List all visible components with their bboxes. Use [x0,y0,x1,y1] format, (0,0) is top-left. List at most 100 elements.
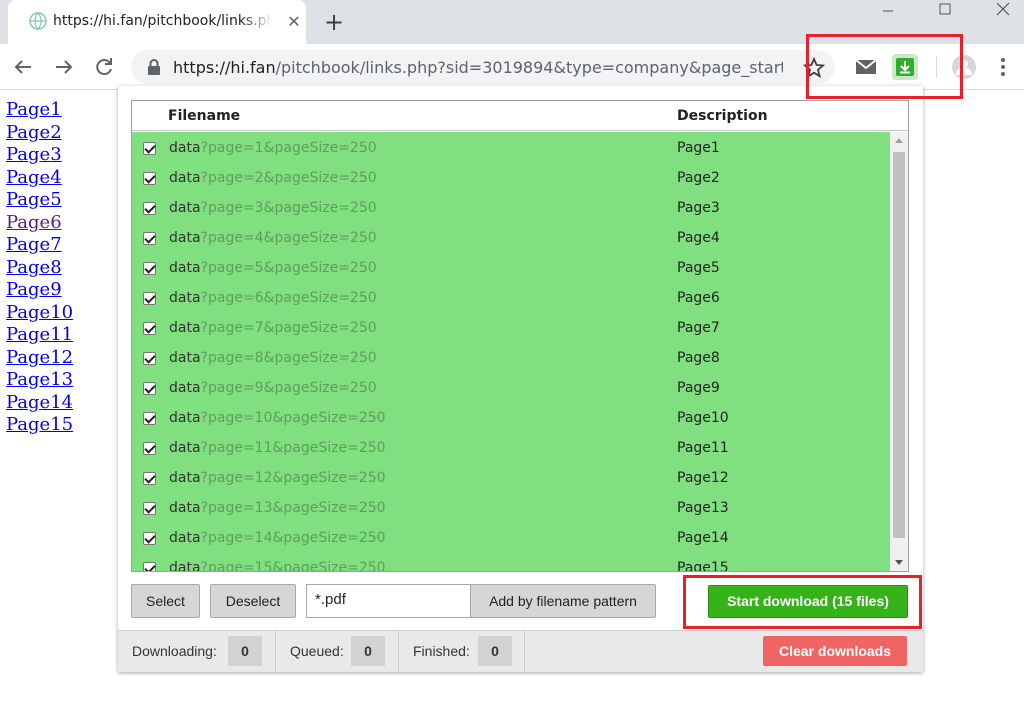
file-row[interactable]: data?page=14&pageSize=250 Page14 [132,523,890,553]
row-checkbox[interactable] [143,292,156,305]
file-row[interactable]: data?page=5&pageSize=250 Page5 [132,253,890,283]
page-link[interactable]: Page11 [6,324,73,347]
tab-title: https://hi.fan/pitchbook/links.php?sid=3… [53,13,273,29]
address-bar[interactable]: https://hi.fan/pitchbook/links.php?sid=3… [131,50,835,84]
row-checkbox[interactable] [143,352,156,365]
filename-column-header[interactable]: Filename [168,108,240,124]
file-row[interactable]: data?page=3&pageSize=250 Page3 [132,193,890,223]
file-row[interactable]: data?page=7&pageSize=250 Page7 [132,313,890,343]
page-link[interactable]: Page6 [6,212,73,235]
row-filename-base: data [169,500,201,516]
row-filename-base: data [169,380,201,396]
finished-label: Finished: [413,643,470,659]
row-checkbox[interactable] [143,412,156,425]
file-row[interactable]: data?page=6&pageSize=250 Page6 [132,283,890,313]
row-description: Page6 [677,290,720,306]
status-bar: Downloading: 0 Queued: 0 Finished: 0 Cle… [118,630,923,672]
extension-highlight-box [806,34,963,99]
add-by-pattern-button[interactable]: Add by filename pattern [470,584,656,618]
row-filename: data?page=15&pageSize=250 [169,560,386,571]
page-link[interactable]: Page14 [6,392,73,415]
downloading-count: 0 [228,636,262,666]
file-row[interactable]: data?page=12&pageSize=250 Page12 [132,463,890,493]
row-checkbox[interactable] [143,232,156,245]
file-row[interactable]: data?page=11&pageSize=250 Page11 [132,433,890,463]
row-filename: data?page=4&pageSize=250 [169,230,377,246]
scroll-down-arrow-icon[interactable] [890,554,908,571]
row-checkbox[interactable] [143,172,156,185]
finished-count: 0 [478,636,512,666]
page-link[interactable]: Page1 [6,99,73,122]
file-row[interactable]: data?page=13&pageSize=250 Page13 [132,493,890,523]
new-tab-icon[interactable]: + [322,8,346,36]
file-row[interactable]: data?page=10&pageSize=250 Page10 [132,403,890,433]
file-row[interactable]: data?page=9&pageSize=250 Page9 [132,373,890,403]
row-description: Page1 [677,140,720,156]
row-description: Page9 [677,380,720,396]
file-rows: data?page=1&pageSize=250 Page1 data?page=2… [132,132,890,571]
downloading-label: Downloading: [132,643,217,659]
close-tab-icon[interactable]: ✕ [284,12,304,32]
lock-icon [148,59,160,75]
row-filename-base: data [169,260,201,276]
page-link[interactable]: Page15 [6,414,73,437]
row-filename: data?page=11&pageSize=250 [169,440,386,456]
row-checkbox[interactable] [143,202,156,215]
globe-favicon-icon [29,12,47,30]
maximize-icon[interactable] [923,0,967,22]
browser-tab[interactable]: https://hi.fan/pitchbook/links.php?sid=3… [8,0,306,44]
reload-icon[interactable] [90,53,118,81]
row-checkbox[interactable] [143,472,156,485]
scroll-up-arrow-icon[interactable] [890,132,908,149]
file-row[interactable]: data?page=1&pageSize=250 Page1 [132,133,890,163]
page-link[interactable]: Page4 [6,167,73,190]
page-link[interactable]: Page9 [6,279,73,302]
row-description: Page2 [677,170,720,186]
file-row[interactable]: data?page=8&pageSize=250 Page8 [132,343,890,373]
row-filename-base: data [169,320,201,336]
description-column-header[interactable]: Description [677,108,768,124]
filename-pattern-input[interactable]: *.pdf [306,584,471,618]
row-checkbox[interactable] [143,532,156,545]
deselect-button[interactable]: Deselect [210,584,296,618]
file-row[interactable]: data?page=4&pageSize=250 Page4 [132,223,890,253]
clear-downloads-button[interactable]: Clear downloads [763,636,907,666]
row-filename-base: data [169,170,201,186]
row-checkbox[interactable] [143,322,156,335]
page-link[interactable]: Page12 [6,347,73,370]
row-checkbox[interactable] [143,262,156,275]
page-link[interactable]: Page8 [6,257,73,280]
row-filename: data?page=12&pageSize=250 [169,470,386,486]
scrollbar[interactable] [890,132,908,571]
row-description: Page12 [677,470,729,486]
page-link[interactable]: Page2 [6,122,73,145]
page-link[interactable]: Page7 [6,234,73,257]
page-link-list: Page1 Page2 Page3 Page4 Page5 Page6 Page7 Page8… [6,99,73,437]
minimize-icon[interactable] [866,0,910,22]
page-link[interactable]: Page13 [6,369,73,392]
close-window-icon[interactable] [980,0,1024,22]
menu-dots-icon[interactable] [990,54,1016,80]
row-checkbox[interactable] [143,442,156,455]
page-link[interactable]: Page10 [6,302,73,325]
row-description: Page11 [677,440,729,456]
file-row[interactable]: data?page=2&pageSize=250 Page2 [132,163,890,193]
scrollbar-thumb[interactable] [893,152,905,538]
row-checkbox[interactable] [143,142,156,155]
row-checkbox[interactable] [143,562,156,571]
back-arrow-icon[interactable] [9,53,37,81]
file-list-header: Filename Description [132,101,908,131]
file-row[interactable]: data?page=15&pageSize=250 Page15 [132,553,890,571]
row-checkbox[interactable] [143,382,156,395]
row-filename-base: data [169,140,201,156]
row-filename-base: data [169,230,201,246]
row-description: Page3 [677,200,720,216]
row-filename-query: ?page=5&pageSize=250 [200,260,377,276]
row-checkbox[interactable] [143,502,156,515]
page-link[interactable]: Page3 [6,144,73,167]
row-filename-base: data [169,200,201,216]
row-filename-base: data [169,440,201,456]
forward-arrow-icon[interactable] [50,53,78,81]
page-link[interactable]: Page5 [6,189,73,212]
select-button[interactable]: Select [131,584,200,618]
